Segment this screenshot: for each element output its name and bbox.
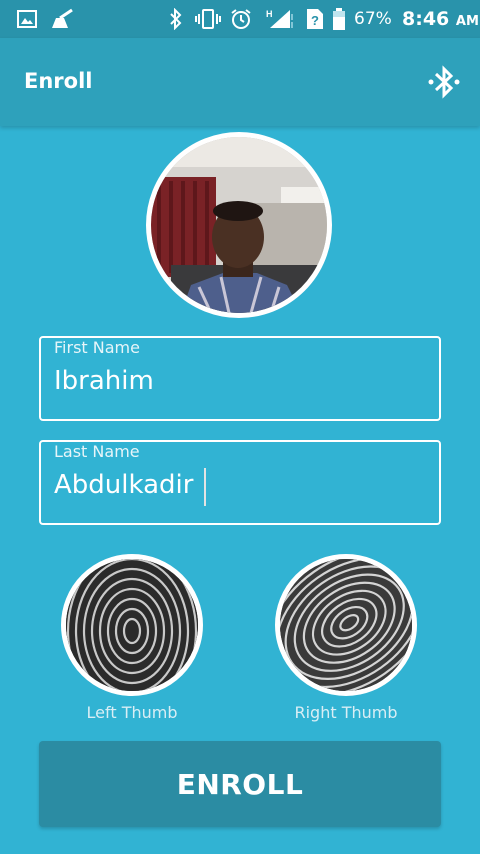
profile-photo: [151, 137, 327, 313]
enroll-button[interactable]: ENROLL: [39, 741, 441, 827]
fingerprint-icon: [66, 559, 198, 691]
battery-icon: [332, 8, 346, 30]
page-title: Enroll: [24, 69, 93, 93]
first-name-field[interactable]: First Name Ibrahim: [39, 336, 441, 421]
vibrate-icon: [195, 8, 221, 30]
first-name-label: First Name: [54, 338, 140, 357]
no-sim-icon: ?: [306, 8, 324, 30]
avatar[interactable]: [146, 132, 332, 318]
enroll-button-label: ENROLL: [176, 767, 304, 801]
signal-icon: H: [266, 8, 294, 30]
image-icon: [17, 8, 37, 30]
app-toolbar: Enroll: [0, 38, 480, 126]
last-name-value[interactable]: Abdulkadir: [54, 470, 193, 500]
cleaner-icon: [50, 8, 74, 30]
first-name-value[interactable]: Ibrahim: [54, 366, 154, 396]
text-cursor: [204, 468, 206, 506]
alarm-icon: [229, 8, 253, 30]
left-thumb-label: Left Thumb: [86, 703, 178, 722]
right-thumb-button[interactable]: [275, 554, 417, 696]
clock: 8:46 AM: [402, 8, 479, 30]
svg-text:?: ?: [311, 13, 319, 28]
last-name-field[interactable]: Last Name Abdulkadir: [39, 440, 441, 525]
bluetooth-icon: [169, 8, 183, 30]
svg-text:H: H: [266, 9, 273, 19]
status-bar: H ? 67% 8:46 AM: [0, 0, 480, 38]
right-thumb-label: Right Thumb: [294, 703, 398, 722]
left-thumb-button[interactable]: [61, 554, 203, 696]
last-name-label: Last Name: [54, 442, 140, 461]
bluetooth-searching-icon[interactable]: [424, 62, 464, 102]
battery-percentage: 67%: [354, 9, 392, 29]
fingerprint-icon: [280, 559, 412, 691]
